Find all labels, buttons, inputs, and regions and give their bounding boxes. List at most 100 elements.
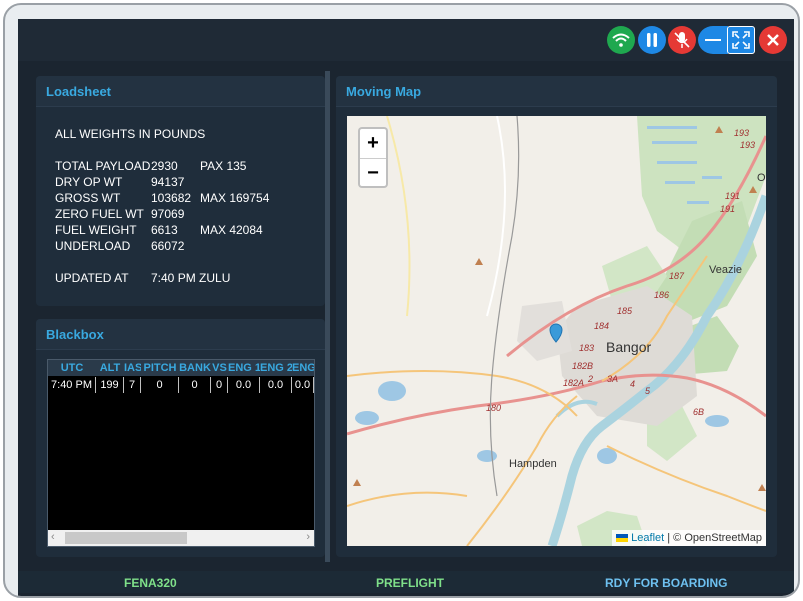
aircraft-marker[interactable]: [549, 323, 563, 348]
column-header[interactable]: BANK: [179, 360, 211, 376]
road-number-label: 191: [720, 204, 736, 214]
map-attribution: Leaflet | © OpenStreetMap: [612, 530, 766, 546]
road-number-label: 191: [725, 191, 741, 201]
app-window: Loadsheet ALL WEIGHTS IN POUNDS TOTAL PA…: [18, 19, 794, 596]
moving-map-panel: Moving Map Bangor Hampden Veazie O 193 1…: [336, 76, 777, 557]
loadsheet-header: ALL WEIGHTS IN POUNDS: [55, 127, 206, 141]
fullscreen-icon: [732, 31, 750, 49]
mic-off-icon: [674, 32, 690, 48]
table-cell: 0.0: [260, 377, 292, 393]
loadsheet-content: ALL WEIGHTS IN POUNDS TOTAL PAYLOAD 2930 P…: [55, 127, 315, 297]
column-header[interactable]: ALT: [96, 360, 124, 376]
loadsheet-title: Loadsheet: [36, 76, 325, 107]
horizontal-scrollbar[interactable]: ‹ ›: [48, 530, 314, 546]
road-number-label: 182A: [563, 378, 585, 388]
road-number-label: 4: [630, 379, 636, 389]
wifi-icon: [612, 33, 630, 47]
loadsheet-row-value: 103682: [151, 191, 192, 205]
table-cell: 0: [141, 377, 179, 393]
map-label-town1: Hampden: [509, 458, 557, 470]
moving-map[interactable]: Bangor Hampden Veazie O 193 193 191 191 187 1…: [347, 116, 766, 546]
status-bar: FENA320 PREFLIGHT RDY FOR BOARDING: [18, 571, 794, 593]
table-cell: 0.0: [292, 377, 314, 393]
loadsheet-row-label: GROSS WT: [55, 191, 121, 205]
road-number-label: 186: [654, 290, 670, 300]
table-cell: 0: [211, 377, 228, 393]
column-header[interactable]: IAS: [124, 360, 141, 376]
loadsheet-row-label: DRY OP WT: [55, 175, 123, 189]
moving-map-title: Moving Map: [336, 76, 777, 107]
road-number-label: 5: [645, 386, 651, 396]
table-cell: 0: [179, 377, 211, 393]
zoom-in-button[interactable]: +: [360, 129, 386, 159]
scroll-thumb[interactable]: [65, 532, 187, 544]
wifi-button[interactable]: [607, 26, 635, 54]
column-header[interactable]: VS: [211, 360, 228, 376]
road-number-label: 193: [740, 140, 756, 150]
loadsheet-row-label: FUEL WEIGHT: [55, 223, 137, 237]
road-number-label: 187: [669, 271, 685, 281]
road-number-label: 184: [594, 321, 610, 331]
loadsheet-row-value: 94137: [151, 175, 185, 189]
close-icon: [767, 34, 779, 46]
table-row: 7:40 PM 199 7 0 0 0 0.0 0.0 0.0: [48, 377, 314, 393]
loadsheet-panel: Loadsheet ALL WEIGHTS IN POUNDS TOTAL PA…: [36, 76, 325, 306]
table-cell: 199: [96, 377, 124, 393]
map-label-town2: Veazie: [709, 264, 743, 276]
column-header[interactable]: ENG 2: [260, 360, 292, 376]
zoom-control: + −: [358, 127, 388, 188]
blackbox-table[interactable]: UTC ALT IAS PITCH BANK VS ENG 1 ENG 2 ENG 7:40 P…: [47, 359, 315, 547]
status-state: RDY FOR BOARDING: [605, 576, 728, 590]
road-number-label: 3A: [607, 374, 619, 384]
table-cell: 7: [124, 377, 141, 393]
loadsheet-row-value: 97069: [151, 207, 185, 221]
table-cell: 0.0: [228, 377, 260, 393]
leaflet-link[interactable]: Leaflet: [631, 532, 664, 544]
loadsheet-row-extra: MAX 42084: [200, 223, 263, 237]
road-number-label: 2: [588, 374, 594, 384]
window-frame: Loadsheet ALL WEIGHTS IN POUNDS TOTAL PA…: [3, 3, 800, 598]
updated-value: 7:40 PM ZULU: [151, 271, 231, 285]
map-label-edge: O: [757, 172, 766, 184]
title-bar: [18, 19, 794, 61]
mic-muted-button[interactable]: [668, 26, 696, 54]
road-number-label: 185: [617, 306, 633, 316]
scroll-right-icon[interactable]: ›: [306, 531, 310, 543]
status-phase: PREFLIGHT: [376, 576, 444, 590]
loadsheet-row-value: 6613: [151, 223, 178, 237]
loadsheet-row-label: TOTAL PAYLOAD: [55, 159, 151, 173]
pause-button[interactable]: [638, 26, 666, 54]
panel-splitter[interactable]: [325, 71, 330, 562]
loadsheet-row-label: UNDERLOAD: [55, 239, 131, 253]
scroll-left-icon[interactable]: ‹: [51, 531, 55, 543]
column-header[interactable]: UTC: [48, 360, 96, 376]
loadsheet-row-extra: PAX 135: [200, 159, 247, 173]
column-header[interactable]: PITCH: [141, 360, 179, 376]
blackbox-header-row: UTC ALT IAS PITCH BANK VS ENG 1 ENG 2 ENG: [48, 360, 314, 376]
loadsheet-row-value: 66072: [151, 239, 185, 253]
road-number-label: 180: [486, 403, 502, 413]
loadsheet-row-label: ZERO FUEL WT: [55, 207, 144, 221]
pause-icon: [647, 33, 657, 47]
road-number-label: 193: [734, 128, 750, 138]
ukraine-flag-icon: [616, 534, 629, 543]
fullscreen-button[interactable]: [727, 26, 755, 54]
column-header[interactable]: ENG: [292, 360, 314, 376]
road-number-label: 182B: [572, 361, 594, 371]
map-label-city: Bangor: [606, 339, 652, 355]
blackbox-title: Blackbox: [36, 319, 325, 350]
loadsheet-row-value: 2930: [151, 159, 178, 173]
road-number-label: 6B: [693, 407, 705, 417]
openstreetmap-link[interactable]: OpenStreetMap: [684, 532, 762, 544]
attribution-separator: | ©: [664, 532, 685, 544]
close-button[interactable]: [759, 26, 787, 54]
zoom-out-button[interactable]: −: [360, 159, 386, 187]
location-pin-icon: [549, 323, 563, 343]
minimize-button[interactable]: [698, 26, 728, 54]
table-cell: 7:40 PM: [48, 377, 96, 393]
minimize-icon: [705, 39, 721, 41]
column-header[interactable]: ENG 1: [228, 360, 260, 376]
loadsheet-row-extra: MAX 169754: [200, 191, 270, 205]
updated-label: UPDATED AT: [55, 271, 129, 285]
road-number-label: 183: [579, 343, 595, 353]
